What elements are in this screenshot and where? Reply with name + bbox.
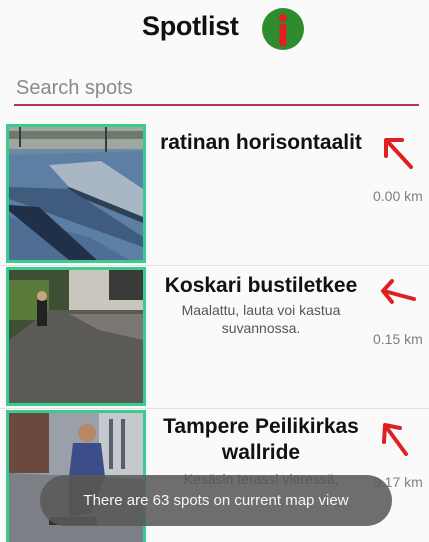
spot-title: ratinan horisontaalit — [160, 131, 362, 154]
spot-description: Maalattu, lauta voi kastua suvannossa. — [181, 302, 341, 336]
spot-thumbnail — [6, 267, 146, 406]
list-item[interactable]: Koskari bustiletkee Maalattu, lauta voi … — [0, 265, 429, 409]
page-title: Spotlist — [142, 11, 239, 41]
header: Spotlist — [0, 0, 429, 60]
arrow-left-icon — [378, 275, 418, 313]
list-item[interactable]: ratinan horisontaalit 0.00 km — [0, 122, 429, 266]
arrow-up-left-icon — [378, 134, 418, 172]
search-input[interactable] — [14, 70, 419, 106]
spotlist-screen: Spotlist Search spots ratinan horisontaa… — [0, 0, 429, 542]
arrow-up-left-icon — [378, 420, 418, 458]
toast-message: There are 63 spots on current map view — [40, 475, 392, 526]
spot-title: Koskari bustiletkee — [164, 274, 358, 297]
spot-title: Tampere Peilikirkas wallride — [163, 415, 359, 464]
info-icon[interactable] — [261, 7, 305, 51]
spot-distance: 0.00 km — [373, 188, 423, 204]
spot-thumbnail — [6, 124, 146, 263]
search-bar — [14, 70, 419, 108]
spot-distance: 0.15 km — [373, 331, 423, 347]
